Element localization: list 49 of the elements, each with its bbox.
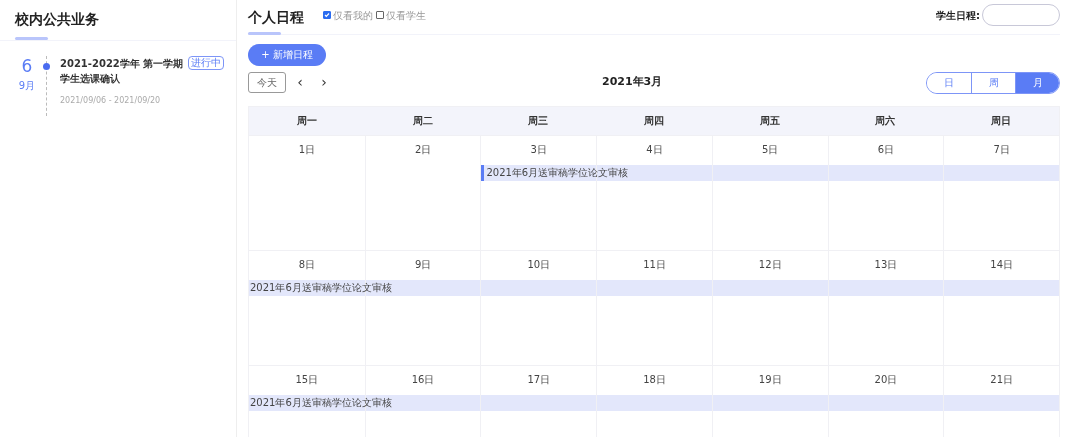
day-number: 5日	[762, 142, 779, 157]
weekday-header: 周六	[874, 114, 897, 128]
add-schedule-button[interactable]: + 新增日程	[248, 43, 326, 66]
weekday-header: 周一	[295, 114, 318, 128]
day-number: 18日	[643, 372, 666, 387]
today-button[interactable]: 今天	[248, 72, 286, 93]
weekday-header: 周三	[527, 114, 550, 128]
weekday-header: 周二	[411, 114, 434, 128]
day-number: 8日	[298, 257, 316, 272]
day-number: 6日	[877, 142, 895, 157]
next-button[interactable]: ›	[318, 72, 330, 93]
student-field[interactable]	[982, 4, 1060, 26]
date-range: 2021/09/06 - 2021/09/20	[60, 95, 162, 107]
field-label: 学生日程:	[936, 8, 980, 23]
day-number: 16日	[411, 372, 435, 387]
day-number: 4日	[646, 142, 663, 157]
day-number: 14日	[990, 257, 1013, 272]
day-number: 17日	[527, 372, 551, 387]
day-number: 3日	[530, 142, 547, 157]
day-number: 19日	[758, 372, 782, 387]
weekday-header: 周四	[643, 114, 665, 128]
day-number: 2日	[414, 142, 432, 157]
filter-label: 仅看学生	[386, 8, 426, 23]
day-number: 21日	[990, 372, 1013, 387]
view-tab[interactable]: 月	[1015, 72, 1059, 93]
section-title: 个人日程	[248, 7, 304, 26]
day-number: 7日	[993, 142, 1010, 157]
task-title[interactable]: 2021-2022学年 第一学期学生选课确认	[60, 56, 188, 86]
filter-checkbox[interactable]	[323, 11, 331, 19]
day-number: 12日	[758, 257, 782, 272]
previous-button[interactable]: ‹	[294, 72, 306, 93]
day-number: 1日	[298, 142, 316, 157]
day-number: 15日	[295, 372, 319, 387]
day-number: 13日	[874, 257, 898, 272]
day-number: 20日	[874, 372, 898, 387]
day-number: 11日	[643, 257, 666, 272]
date-day: 6	[21, 56, 33, 76]
day-number: 9日	[414, 257, 432, 272]
event-title[interactable]: 2021年6月送审稿学位论文审核	[249, 279, 392, 296]
weekday-header: 周五	[758, 114, 781, 128]
filter-checkbox[interactable]	[376, 11, 384, 19]
date-month: 9月	[18, 79, 36, 93]
event-title[interactable]: 2021年6月送审稿学位论文审核	[249, 394, 392, 411]
weekday-header: 周日	[990, 114, 1013, 128]
status-badge: 进行中	[188, 56, 224, 70]
section-title: 校内公共业务	[15, 10, 100, 28]
day-number: 10日	[527, 257, 551, 272]
filter-label: 仅看我的	[333, 8, 373, 23]
month-title: 2021年3月	[602, 74, 663, 91]
